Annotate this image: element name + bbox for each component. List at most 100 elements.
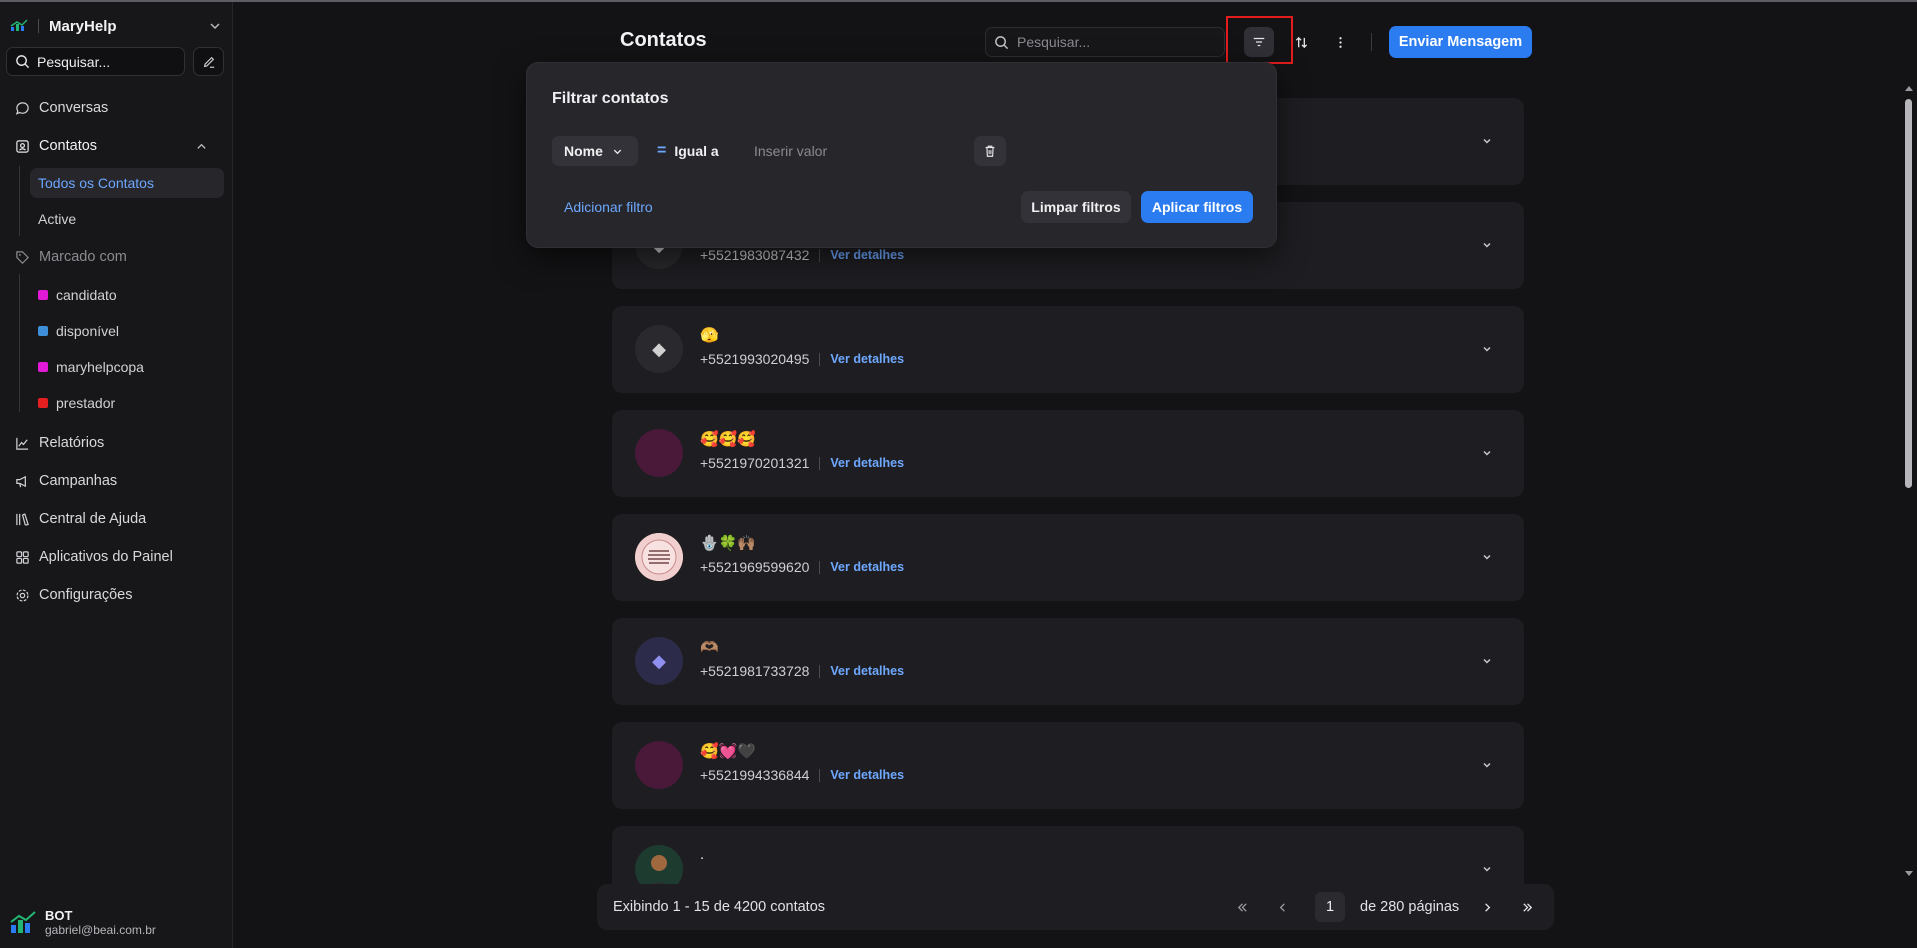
gear-icon: [16, 588, 29, 602]
sidebar-item-campanhas[interactable]: Campanhas: [8, 467, 224, 495]
chevron-down-icon[interactable]: [1480, 342, 1494, 356]
view-details-link[interactable]: Ver detalhes: [830, 560, 904, 574]
tag-label: prestador: [56, 395, 116, 411]
view-details-link[interactable]: Ver detalhes: [830, 664, 904, 678]
sidebar-item-configuracoes[interactable]: Configurações: [8, 581, 224, 609]
page-title: Contatos: [620, 29, 707, 51]
sidebar-item-label: Contatos: [39, 138, 98, 154]
sidebar-item-relatorios[interactable]: Relatórios: [8, 429, 224, 457]
send-message-button[interactable]: Enviar Mensagem: [1389, 26, 1532, 58]
sidebar-tag-prestador[interactable]: prestador: [38, 391, 115, 415]
sidebar-search[interactable]: Pesquisar...: [6, 47, 185, 76]
pagination-bar: Exibindo 1 - 15 de 4200 contatos 1 de 28…: [597, 884, 1554, 930]
sidebar-item-label: Conversas: [39, 100, 109, 116]
view-details-link[interactable]: Ver detalhes: [830, 768, 904, 782]
last-page-button[interactable]: [1512, 892, 1542, 922]
double-chevron-left-icon: [1237, 902, 1247, 912]
contact-avatar: [635, 429, 683, 477]
sidebar-item-contatos[interactable]: Contatos: [8, 132, 224, 160]
chevron-down-icon[interactable]: [1480, 238, 1494, 252]
contact-name: 🥰🥰🥰: [700, 431, 757, 448]
chevron-down-icon[interactable]: [1480, 446, 1494, 460]
sidebar-tag-candidato[interactable]: candidato: [38, 283, 117, 307]
sidebar-item-central-ajuda[interactable]: Central de Ajuda: [8, 505, 224, 533]
view-details-link[interactable]: Ver detalhes: [830, 248, 904, 262]
sidebar-item-conversas[interactable]: Conversas: [8, 94, 224, 122]
meta-divider: [819, 664, 821, 678]
tag-label: maryhelpcopa: [56, 359, 144, 375]
sidebar-tag-maryhelpcopa[interactable]: maryhelpcopa: [38, 355, 144, 379]
contact-card[interactable]: 🥰🥰🥰 +5521970201321 Ver detalhes: [612, 410, 1524, 497]
more-options-button[interactable]: [1325, 27, 1355, 57]
filter-value-placeholder: Inserir valor: [754, 143, 828, 159]
search-icon: [995, 35, 1009, 49]
app-name: MaryHelp: [49, 17, 117, 35]
view-details-link[interactable]: Ver detalhes: [830, 352, 904, 366]
tag-color-swatch: [38, 326, 48, 336]
sidebar-item-label: Central de Ajuda: [39, 511, 147, 527]
search-input[interactable]: Pesquisar...: [985, 27, 1225, 57]
header-divider: [1371, 33, 1372, 51]
contact-name: .: [700, 846, 705, 863]
clear-filters-button[interactable]: Limpar filtros: [1021, 191, 1131, 223]
contact-phone: +5521993020495: [700, 351, 810, 367]
contact-card[interactable]: ◆ 🫶🏽 +5521981733728 Ver detalhes: [612, 618, 1524, 705]
contact-card[interactable]: 🥰💓🖤 +5521994336844 Ver detalhes: [612, 722, 1524, 809]
prev-page-button[interactable]: [1267, 892, 1297, 922]
chevron-left-icon: [1279, 902, 1285, 912]
next-page-button[interactable]: [1472, 892, 1502, 922]
view-details-link[interactable]: Ver detalhes: [830, 456, 904, 470]
scrollbar-thumb[interactable]: [1905, 99, 1912, 488]
chevron-down-icon[interactable]: [1480, 862, 1494, 876]
chevron-down-icon[interactable]: [1480, 654, 1494, 668]
app-logo-icon: [10, 19, 28, 31]
search-placeholder: Pesquisar...: [1017, 34, 1091, 50]
sidebar-item-active[interactable]: Active: [30, 204, 224, 234]
pagination-info: Exibindo 1 - 15 de 4200 contatos: [613, 899, 826, 915]
compose-button[interactable]: [193, 47, 224, 76]
contact-meta: +5521993020495 Ver detalhes: [700, 351, 904, 367]
contact-card[interactable]: 🪬🍀🙌🏽 +5521969599620 Ver detalhes: [612, 514, 1524, 601]
scroll-up-arrow-icon[interactable]: [1904, 84, 1914, 94]
chevron-down-icon[interactable]: [1480, 550, 1494, 564]
contact-phone: +5521969599620: [700, 559, 810, 575]
sidebar-group-marcado-com[interactable]: Marcado com: [8, 243, 224, 271]
filter-operator-select[interactable]: = Igual a: [657, 136, 719, 166]
user-email: gabriel@beai.com.br: [45, 923, 156, 937]
filter-title: Filtrar contatos: [552, 90, 669, 107]
chevron-down-icon: [613, 149, 622, 154]
chevron-down-icon[interactable]: [1480, 134, 1494, 148]
sidebar-tag-disponivel[interactable]: disponível: [38, 319, 119, 343]
filter-field-value: Nome: [564, 143, 603, 159]
contact-card[interactable]: .: [612, 826, 1524, 893]
chat-icon: [15, 101, 29, 115]
sidebar-item-todos-contatos[interactable]: Todos os Contatos: [30, 168, 224, 198]
contact-avatar: [635, 741, 683, 789]
brand-switcher[interactable]: MaryHelp: [10, 14, 222, 38]
sidebar-item-aplicativos[interactable]: Aplicativos do Painel: [8, 543, 224, 571]
sort-button[interactable]: [1286, 27, 1316, 57]
chevron-down-icon[interactable]: [1480, 758, 1494, 772]
sidebar-search-label: Pesquisar...: [37, 53, 111, 70]
apply-filters-button[interactable]: Aplicar filtros: [1141, 191, 1253, 223]
user-info: BOT gabriel@beai.com.br: [45, 908, 156, 938]
filter-field-select[interactable]: Nome: [552, 136, 638, 166]
tag-color-swatch: [38, 290, 48, 300]
meta-divider: [819, 352, 821, 366]
apps-grid-icon: [16, 550, 29, 564]
add-filter-link[interactable]: Adicionar filtro: [564, 199, 653, 215]
delete-filter-button[interactable]: [974, 136, 1006, 166]
sidebar: MaryHelp Pesquisar... Conversas Contatos…: [0, 2, 233, 948]
scroll-down-arrow-icon[interactable]: [1904, 868, 1914, 878]
user-name: BOT: [45, 908, 73, 923]
tag-icon: [16, 250, 29, 264]
filter-value-input[interactable]: Inserir valor: [742, 136, 922, 166]
contact-name: 🥰💓🖤: [700, 743, 757, 760]
contact-card[interactable]: ◆ 🫣 +5521993020495 Ver detalhes: [612, 306, 1524, 393]
current-user[interactable]: BOT gabriel@beai.com.br: [9, 905, 229, 941]
current-page[interactable]: 1: [1315, 892, 1345, 922]
first-page-button[interactable]: [1227, 892, 1257, 922]
contact-phone: +5521994336844: [700, 767, 810, 783]
tree-line: [19, 274, 20, 412]
search-icon: [16, 55, 30, 69]
